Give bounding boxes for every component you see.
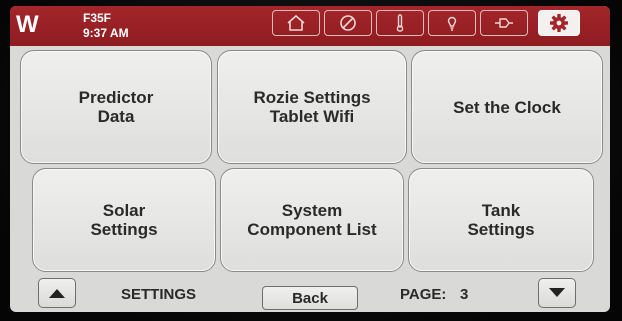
header-bar: W F35F 9:37 AM bbox=[10, 6, 610, 46]
touch-screen: W F35F 9:37 AM Predictor Data Rozie Sett… bbox=[10, 6, 610, 312]
vacation-button[interactable] bbox=[324, 10, 372, 36]
home-button[interactable] bbox=[272, 10, 320, 36]
rozie-settings-tablet-wifi-button[interactable]: Rozie Settings Tablet Wifi bbox=[217, 50, 407, 164]
back-button[interactable]: Back bbox=[262, 286, 358, 310]
brand-logo: W bbox=[16, 11, 39, 38]
solar-settings-button[interactable]: Solar Settings bbox=[32, 168, 216, 272]
page-number: 3 bbox=[460, 286, 469, 303]
page-up-button[interactable] bbox=[38, 278, 76, 308]
lightbulb-icon bbox=[447, 16, 457, 31]
page-label: PAGE: bbox=[400, 286, 447, 303]
temperature-button[interactable] bbox=[376, 10, 424, 36]
tile-label: System Component List bbox=[247, 201, 377, 239]
clock-time: 9:37 AM bbox=[83, 26, 129, 40]
down-arrow-icon bbox=[549, 288, 565, 297]
tile-label: Set the Clock bbox=[453, 97, 561, 117]
plug-icon bbox=[495, 18, 513, 28]
tank-settings-button[interactable]: Tank Settings bbox=[408, 168, 594, 272]
home-icon bbox=[287, 14, 305, 31]
tile-label: Tank Settings bbox=[467, 201, 535, 239]
no-symbol-icon bbox=[340, 15, 356, 31]
footer-bar: SETTINGS Back PAGE: 3 bbox=[10, 276, 610, 312]
tile-label: Solar Settings bbox=[90, 201, 158, 239]
gear-icon bbox=[550, 14, 568, 32]
up-arrow-icon bbox=[49, 289, 65, 298]
set-the-clock-button[interactable]: Set the Clock bbox=[411, 50, 603, 164]
tile-label: Predictor Data bbox=[78, 88, 154, 126]
nav-icon-bar bbox=[272, 10, 580, 38]
efficiency-button[interactable] bbox=[428, 10, 476, 36]
predictor-data-button[interactable]: Predictor Data bbox=[20, 50, 212, 164]
power-button[interactable] bbox=[480, 10, 528, 36]
tile-label: Rozie Settings Tablet Wifi bbox=[253, 88, 371, 126]
settings-button[interactable] bbox=[538, 10, 580, 36]
page-down-button[interactable] bbox=[538, 278, 576, 308]
thermometer-icon bbox=[396, 14, 404, 32]
section-label: SETTINGS bbox=[121, 286, 197, 303]
settings-grid: Predictor Data Rozie Settings Tablet Wif… bbox=[18, 50, 604, 272]
model-label: F35F bbox=[83, 11, 112, 25]
system-component-list-button[interactable]: System Component List bbox=[220, 168, 404, 272]
